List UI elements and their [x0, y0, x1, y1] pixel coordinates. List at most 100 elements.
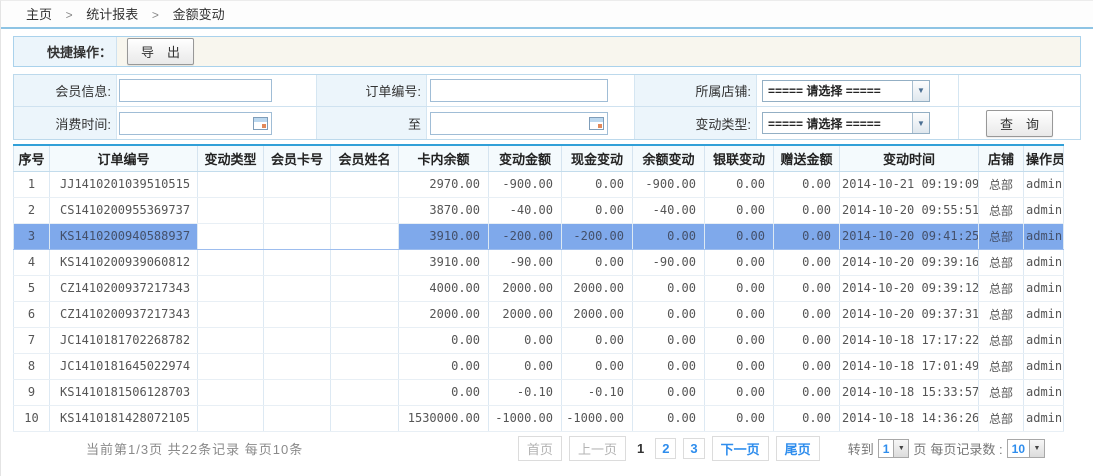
order-no-cell: [427, 75, 635, 106]
table-cell: 2000.00: [399, 301, 489, 327]
table-cell: 0.00: [562, 327, 633, 353]
table-row[interactable]: 4KS14102009390608123910.00-90.000.00-90.…: [14, 249, 1064, 275]
table-cell: 总部: [979, 327, 1024, 353]
table-cell: [264, 379, 331, 405]
table-cell: 0.00: [705, 223, 774, 249]
store-label: 所属店铺:: [635, 75, 757, 106]
table-cell: [264, 275, 331, 301]
table-cell: 0.00: [705, 353, 774, 379]
table-cell: 0.00: [705, 171, 774, 197]
table-cell: [331, 223, 399, 249]
goto-page-select[interactable]: 1 ▼: [878, 439, 910, 458]
chevron-down-icon: ▼: [1029, 440, 1044, 457]
column-header: 卡内余额: [399, 145, 489, 171]
table-cell: [264, 353, 331, 379]
consume-time-label: 消费时间:: [14, 107, 117, 139]
table-cell: JC1410181702268782: [50, 327, 198, 353]
export-button[interactable]: 导 出: [127, 38, 194, 65]
table-cell: 0.00: [774, 223, 840, 249]
table-cell: 0.00: [399, 379, 489, 405]
table-header-row: 序号订单编号变动类型会员卡号会员姓名卡内余额变动金额现金变动余额变动银联变动赠送…: [14, 145, 1064, 171]
search-button[interactable]: 查 询: [986, 110, 1053, 137]
calendar-icon[interactable]: [253, 117, 268, 130]
table-cell: admin: [1024, 379, 1064, 405]
table-cell: 0.00: [489, 327, 562, 353]
table-cell: admin: [1024, 197, 1064, 223]
table-row[interactable]: 2CS14102009553697373870.00-40.000.00-40.…: [14, 197, 1064, 223]
next-page-button[interactable]: 下一页: [712, 436, 769, 461]
table-cell: [331, 275, 399, 301]
order-no-input[interactable]: [430, 79, 608, 102]
member-info-label: 会员信息:: [14, 75, 117, 106]
breadcrumb-home[interactable]: 主页: [26, 7, 52, 22]
store-select-value: ===== 请选择 =====: [763, 82, 912, 99]
table-cell: [198, 405, 264, 431]
table-cell: KS1410181428072105: [50, 405, 198, 431]
member-info-input[interactable]: [119, 79, 272, 102]
table-cell: admin: [1024, 223, 1064, 249]
table-row[interactable]: 8JC14101816450229740.000.000.000.000.000…: [14, 353, 1064, 379]
prev-page-button: 上一页: [569, 436, 626, 461]
table-row[interactable]: 7JC14101817022687820.000.000.000.000.000…: [14, 327, 1064, 353]
table-cell: JC1410181645022974: [50, 353, 198, 379]
breadcrumb-statistics-reports[interactable]: 统计报表: [86, 7, 138, 22]
table-cell: admin: [1024, 327, 1064, 353]
consume-time-end-input[interactable]: [430, 112, 608, 135]
table-row[interactable]: 1JJ14102010395105152970.00-900.000.00-90…: [14, 171, 1064, 197]
consume-time-start-input[interactable]: [119, 112, 272, 135]
table-cell: 0.00: [633, 353, 705, 379]
pager: 首页 上一页 1 2 3 下一页 尾页: [518, 436, 820, 461]
quick-operations-body: 导 出: [117, 37, 1080, 66]
table-cell: admin: [1024, 301, 1064, 327]
table-cell: 1: [14, 171, 50, 197]
change-type-cell: ===== 请选择 ===== ▼: [757, 107, 959, 139]
table-cell: 0.00: [633, 379, 705, 405]
record-summary: 当前第1/3页 共22条记录 每页10条: [86, 439, 303, 458]
column-header: 变动金额: [489, 145, 562, 171]
table-row[interactable]: 3KS14102009405889373910.00-200.00-200.00…: [14, 223, 1064, 249]
current-page-number: 1: [633, 439, 648, 458]
table-row[interactable]: 9KS14101815061287030.00-0.10-0.100.000.0…: [14, 379, 1064, 405]
table-cell: [264, 223, 331, 249]
page-size-select[interactable]: 10 ▼: [1007, 439, 1045, 458]
last-page-button[interactable]: 尾页: [776, 436, 820, 461]
table-cell: 总部: [979, 223, 1024, 249]
quick-operations-panel: 快捷操作： 导 出: [13, 36, 1081, 67]
search-cell: 查 询: [959, 107, 1080, 139]
table-row[interactable]: 6CZ14102009372173432000.002000.002000.00…: [14, 301, 1064, 327]
table-cell: 2014-10-18 17:01:49: [840, 353, 979, 379]
store-select[interactable]: ===== 请选择 ===== ▼: [762, 80, 930, 102]
table-cell: [264, 249, 331, 275]
change-type-select[interactable]: ===== 请选择 ===== ▼: [762, 112, 930, 134]
first-page-button: 首页: [518, 436, 562, 461]
table-cell: [198, 223, 264, 249]
table-cell: 0.00: [774, 249, 840, 275]
table-cell: 2014-10-18 14:36:26: [840, 405, 979, 431]
table-cell: CZ1410200937217343: [50, 301, 198, 327]
calendar-icon[interactable]: [589, 117, 604, 130]
table-cell: JJ1410201039510515: [50, 171, 198, 197]
goto-page-select-value: 1: [879, 442, 894, 456]
table-row[interactable]: 5CZ14102009372173434000.002000.002000.00…: [14, 275, 1064, 301]
table-cell: [198, 197, 264, 223]
table-cell: [198, 353, 264, 379]
table-cell: 0.00: [774, 405, 840, 431]
breadcrumb-separator: >: [152, 8, 159, 22]
page-2-button[interactable]: 2: [655, 438, 676, 459]
table-cell: 2970.00: [399, 171, 489, 197]
table-row[interactable]: 10KS14101814280721051530000.00-1000.00-1…: [14, 405, 1064, 431]
table-cell: 0.00: [633, 327, 705, 353]
table-cell: 2014-10-20 09:39:16: [840, 249, 979, 275]
page-3-button[interactable]: 3: [683, 438, 704, 459]
table-cell: [331, 405, 399, 431]
breadcrumb: 主页 > 统计报表 > 金额变动: [1, 1, 1093, 29]
change-type-label: 变动类型:: [635, 107, 757, 139]
table-cell: 0.00: [705, 197, 774, 223]
table-cell: 2014-10-18 17:17:22: [840, 327, 979, 353]
chevron-down-icon: ▼: [912, 81, 929, 101]
table-cell: 0.00: [399, 353, 489, 379]
table-cell: 0.00: [705, 301, 774, 327]
table-cell: 2014-10-20 09:41:25: [840, 223, 979, 249]
table-cell: 2014-10-20 09:39:12: [840, 275, 979, 301]
table-cell: 0.00: [774, 171, 840, 197]
